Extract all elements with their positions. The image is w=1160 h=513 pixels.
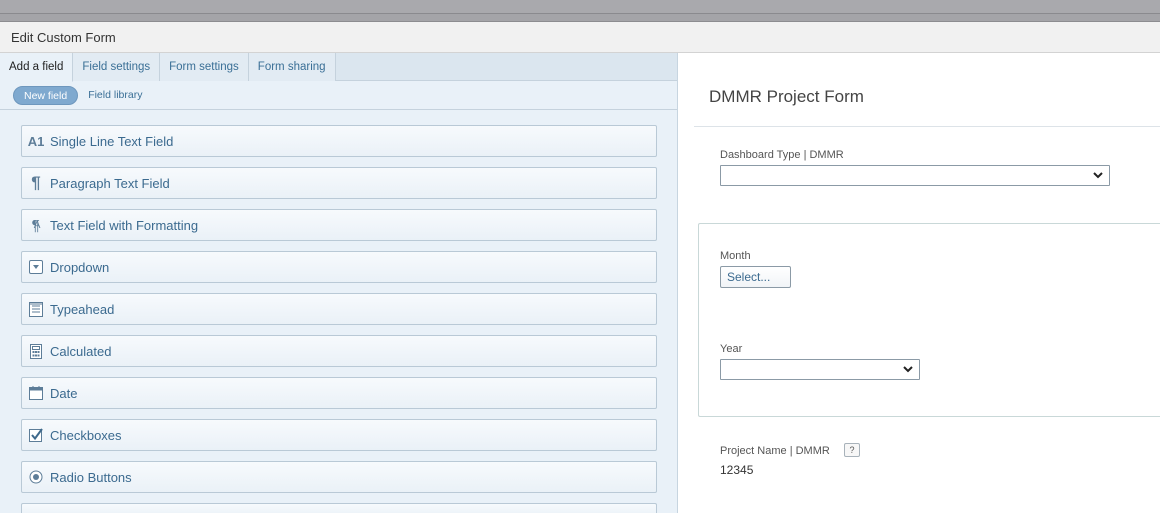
field-type-list: A1 Single Line Text Field ¶ Paragraph Te… — [21, 125, 657, 513]
edit-custom-form-dialog: Edit Custom Form Add a field Field setti… — [0, 22, 1160, 513]
field-type-single-line[interactable]: A1 Single Line Text Field — [21, 125, 657, 157]
dropdown-icon — [22, 260, 50, 274]
typeahead-icon — [22, 301, 50, 317]
radio-icon — [22, 470, 50, 484]
form-preview-pane: DMMR Project Form Dashboard Type | DMMR … — [679, 53, 1160, 513]
tab-add-a-field[interactable]: Add a field — [0, 53, 74, 82]
month-select-button[interactable]: Select... — [720, 266, 791, 288]
field-type-label: Text Field with Formatting — [50, 217, 199, 233]
month-label: Month — [720, 250, 751, 262]
dashboard-type-label: Dashboard Type | DMMR — [720, 149, 844, 161]
text-a1-icon: A1 — [27, 133, 45, 149]
title-divider — [694, 126, 1160, 127]
field-type-next[interactable] — [21, 503, 657, 513]
calculator-icon — [22, 343, 50, 359]
dashboard-type-select[interactable] — [720, 165, 1110, 186]
field-type-date[interactable]: Date — [21, 377, 657, 409]
field-type-dropdown[interactable]: Dropdown — [21, 251, 657, 283]
new-field-pill[interactable]: New field — [13, 85, 79, 105]
tab-form-sharing[interactable]: Form sharing — [248, 53, 336, 81]
field-type-label: Single Line Text Field — [50, 133, 174, 149]
background-window-strip — [0, 0, 1160, 22]
chevron-down-icon — [903, 366, 913, 373]
field-type-paragraph[interactable]: ¶ Paragraph Text Field — [21, 167, 657, 199]
year-select[interactable] — [720, 359, 920, 380]
field-type-formatted-text[interactable]: ¶ A Text Field with Formatting — [21, 209, 657, 241]
background-window-toolbar — [0, 0, 1160, 14]
tab-bar: Add a field Field settings Form settings… — [0, 53, 677, 82]
field-type-label: Dropdown — [50, 259, 110, 275]
field-type-label: Calculated — [50, 343, 112, 359]
field-type-radio-buttons[interactable]: Radio Buttons — [21, 461, 657, 493]
field-type-calculated[interactable]: Calculated — [21, 335, 657, 367]
field-type-typeahead[interactable]: Typeahead — [21, 293, 657, 325]
project-name-value: 12345 — [720, 463, 754, 477]
project-name-label: Project Name | DMMR — [720, 445, 830, 457]
field-type-checkboxes[interactable]: Checkboxes — [21, 419, 657, 451]
tab-form-settings[interactable]: Form settings — [160, 53, 249, 81]
field-type-label: Radio Buttons — [50, 469, 132, 485]
field-library-link[interactable]: Field library — [88, 89, 142, 101]
help-button[interactable]: ? — [844, 443, 860, 457]
form-title: DMMR Project Form — [709, 87, 864, 106]
chevron-down-icon — [1093, 172, 1103, 179]
formatted-text-icon: ¶ A — [31, 216, 41, 234]
field-type-label: Paragraph Text Field — [50, 175, 170, 191]
month-year-group — [698, 223, 1160, 417]
paragraph-icon: ¶ — [31, 173, 41, 192]
field-type-label: Typeahead — [50, 301, 115, 317]
subtab-bar: New field Field library — [0, 81, 677, 110]
field-type-label: Checkboxes — [50, 427, 122, 443]
field-type-label: Date — [50, 385, 78, 401]
checkbox-icon — [22, 427, 50, 443]
dialog-title: Edit Custom Form — [0, 22, 1160, 53]
tab-field-settings[interactable]: Field settings — [73, 53, 161, 81]
year-label: Year — [720, 343, 743, 355]
calendar-icon — [22, 386, 50, 400]
